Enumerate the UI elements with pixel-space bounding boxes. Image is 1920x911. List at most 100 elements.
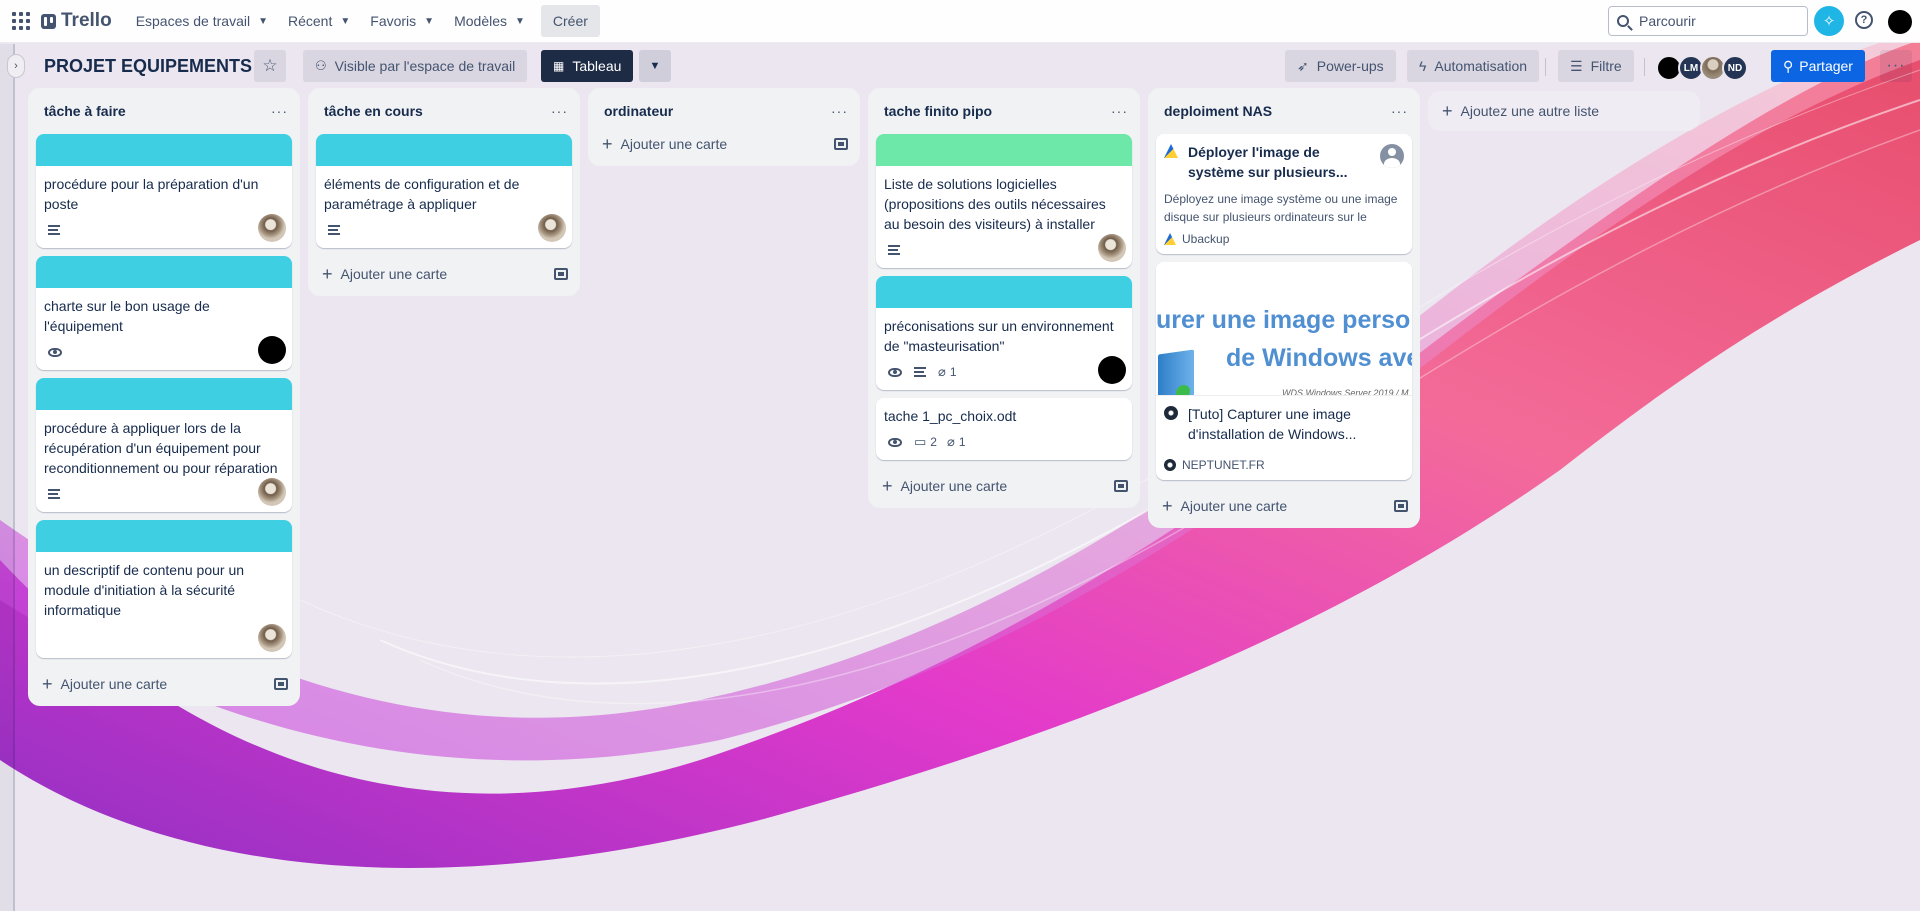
nav-starred[interactable]: Favoris ▼ [360, 5, 444, 37]
list-menu-icon[interactable]: ··· [831, 103, 848, 119]
lightning-icon: ϟ [1419, 58, 1427, 74]
card-member-avatar[interactable] [538, 214, 566, 242]
list-header[interactable]: tache finito pipo ··· [868, 88, 1140, 134]
neptunet-favicon [1164, 459, 1176, 471]
card[interactable]: Liste de solutions logicielles (proposit… [876, 134, 1132, 268]
card[interactable]: éléments de configuration et de paramétr… [316, 134, 572, 248]
top-navigation: Trello Espaces de travail ▼ Récent ▼ Favor… [0, 0, 1920, 43]
star-icon: ☆ [262, 56, 278, 75]
card-member-avatar[interactable] [258, 336, 286, 364]
list-menu-icon[interactable]: ··· [551, 103, 568, 119]
add-list-label: Ajoutez une autre liste [1460, 103, 1600, 119]
chevron-down-icon: ▼ [258, 15, 268, 27]
description-icon [888, 245, 900, 255]
app-switcher-icon[interactable] [11, 11, 31, 31]
board-title[interactable]: PROJET EQUIPEMENTS [44, 56, 252, 77]
add-card-button[interactable]: + Ajouter une carte [1148, 488, 1420, 524]
share-button[interactable]: ⚲ Partager [1771, 50, 1865, 82]
add-card-button[interactable]: + Ajouter une carte [588, 126, 860, 162]
member-avatar[interactable]: ND [1722, 55, 1748, 81]
watch-icon [888, 437, 902, 447]
card-member-avatar[interactable] [1098, 234, 1126, 262]
card-title: Déployer l'image de système sur plusieur… [1188, 144, 1348, 180]
board-menu-button[interactable]: ··· [1880, 50, 1912, 82]
search-input[interactable]: Parcourir [1608, 6, 1808, 36]
template-icon[interactable] [1114, 480, 1128, 492]
automation-button[interactable]: ϟ Automatisation [1407, 50, 1540, 82]
list-title[interactable]: ordinateur [604, 103, 673, 119]
add-list-button[interactable]: + Ajoutez une autre liste [1428, 91, 1700, 131]
card[interactable]: charte sur le bon usage de l'équipement [36, 256, 292, 370]
card-description: Déployez une image système ou une image … [1164, 192, 1398, 224]
card-badges: ⌀ 1 [884, 360, 1124, 384]
add-person-icon: ⚲ [1783, 57, 1794, 74]
people-icon: ⚇ [315, 58, 327, 73]
rocket-icon: ➶ [1297, 57, 1309, 74]
template-icon[interactable] [274, 678, 288, 690]
logo-text: Trello [61, 10, 112, 31]
card-cover [36, 520, 292, 552]
filter-button[interactable]: ☰ Filtre [1558, 50, 1634, 82]
star-board-button[interactable]: ☆ [254, 50, 286, 82]
chevron-down-icon: ▼ [515, 15, 525, 27]
visibility-button[interactable]: ⚇ Visible par l'espace de travail [303, 50, 528, 82]
card-cover [36, 378, 292, 410]
list-title[interactable]: tâche en cours [324, 103, 423, 119]
card-member-avatar[interactable] [258, 624, 286, 652]
automation-label: Automatisation [1434, 58, 1528, 74]
person-icon[interactable] [1380, 144, 1404, 168]
chevron-right-icon: › [14, 60, 18, 72]
card-member-avatar[interactable] [1098, 356, 1126, 384]
view-board-button[interactable]: ▦ Tableau [541, 50, 634, 82]
link-card[interactable]: urer une image person de Windows ave WDS… [1156, 262, 1412, 480]
powerups-button[interactable]: ➶ Power-ups [1285, 50, 1396, 82]
card[interactable]: préconisations sur un environnement de "… [876, 276, 1132, 390]
list-title[interactable]: deploiment NAS [1164, 103, 1272, 119]
template-icon[interactable] [1394, 500, 1408, 512]
source-label: NEPTUNET.FR [1182, 458, 1265, 472]
create-button[interactable]: Créer [540, 5, 600, 37]
plus-icon: + [882, 475, 893, 496]
card[interactable]: procédure à appliquer lors de la récupér… [36, 378, 292, 512]
add-card-button[interactable]: + Ajouter une carte [868, 468, 1140, 504]
nav-label: Récent [288, 13, 333, 29]
nav-workspaces[interactable]: Espaces de travail ▼ [126, 5, 278, 37]
list-header[interactable]: tâche à faire ··· [28, 88, 300, 134]
account-avatar[interactable] [1888, 10, 1912, 34]
template-icon[interactable] [834, 138, 848, 150]
plus-icon: + [322, 263, 333, 284]
list-header[interactable]: tâche en cours ··· [308, 88, 580, 134]
link-source: Ubackup [1164, 232, 1404, 246]
card-member-avatar[interactable] [258, 478, 286, 506]
search-icon [1617, 15, 1629, 27]
list-menu-icon[interactable]: ··· [1391, 103, 1408, 119]
add-card-button[interactable]: + Ajouter une carte [28, 666, 300, 702]
attachment-badge: ⌀ 1 [938, 364, 957, 380]
list: ordinateur ··· + Ajouter une carte [588, 88, 860, 166]
add-card-label: Ajouter une carte [60, 676, 168, 692]
expand-sidebar-button[interactable]: › [7, 54, 25, 78]
list-title[interactable]: tache finito pipo [884, 103, 992, 119]
view-switcher-button[interactable]: ▼ [639, 50, 671, 82]
card-member-avatar[interactable] [258, 214, 286, 242]
list: tache finito pipo ··· Liste de solutions… [868, 88, 1140, 508]
list-menu-icon[interactable]: ··· [1111, 103, 1128, 119]
card[interactable]: procédure pour la préparation d'un poste [36, 134, 292, 248]
list-menu-icon[interactable]: ··· [271, 103, 288, 119]
help-icon[interactable]: ? [1855, 11, 1873, 29]
attachment-count: 1 [958, 435, 966, 449]
card[interactable]: tache 1_pc_choix.odt ▭ 2 ⌀ 1 [876, 398, 1132, 460]
template-icon[interactable] [554, 268, 568, 280]
card-title: préconisations sur un environnement de "… [884, 318, 1114, 354]
plus-icon: + [1442, 100, 1453, 121]
card[interactable]: un descriptif de contenu pour un module … [36, 520, 292, 658]
nav-templates[interactable]: Modèles ▼ [444, 5, 535, 37]
card-title: [Tuto] Capturer une image d'installation… [1188, 406, 1357, 442]
add-card-button[interactable]: + Ajouter une carte [308, 256, 580, 292]
notifications-button[interactable]: ✧ [1814, 6, 1844, 36]
trello-logo[interactable]: Trello [41, 10, 112, 32]
list-title[interactable]: tâche à faire [44, 103, 126, 119]
nav-recent[interactable]: Récent ▼ [278, 5, 360, 37]
list-header[interactable]: deploiment NAS ··· [1148, 88, 1420, 134]
link-card[interactable]: Déployer l'image de système sur plusieur… [1156, 134, 1412, 254]
